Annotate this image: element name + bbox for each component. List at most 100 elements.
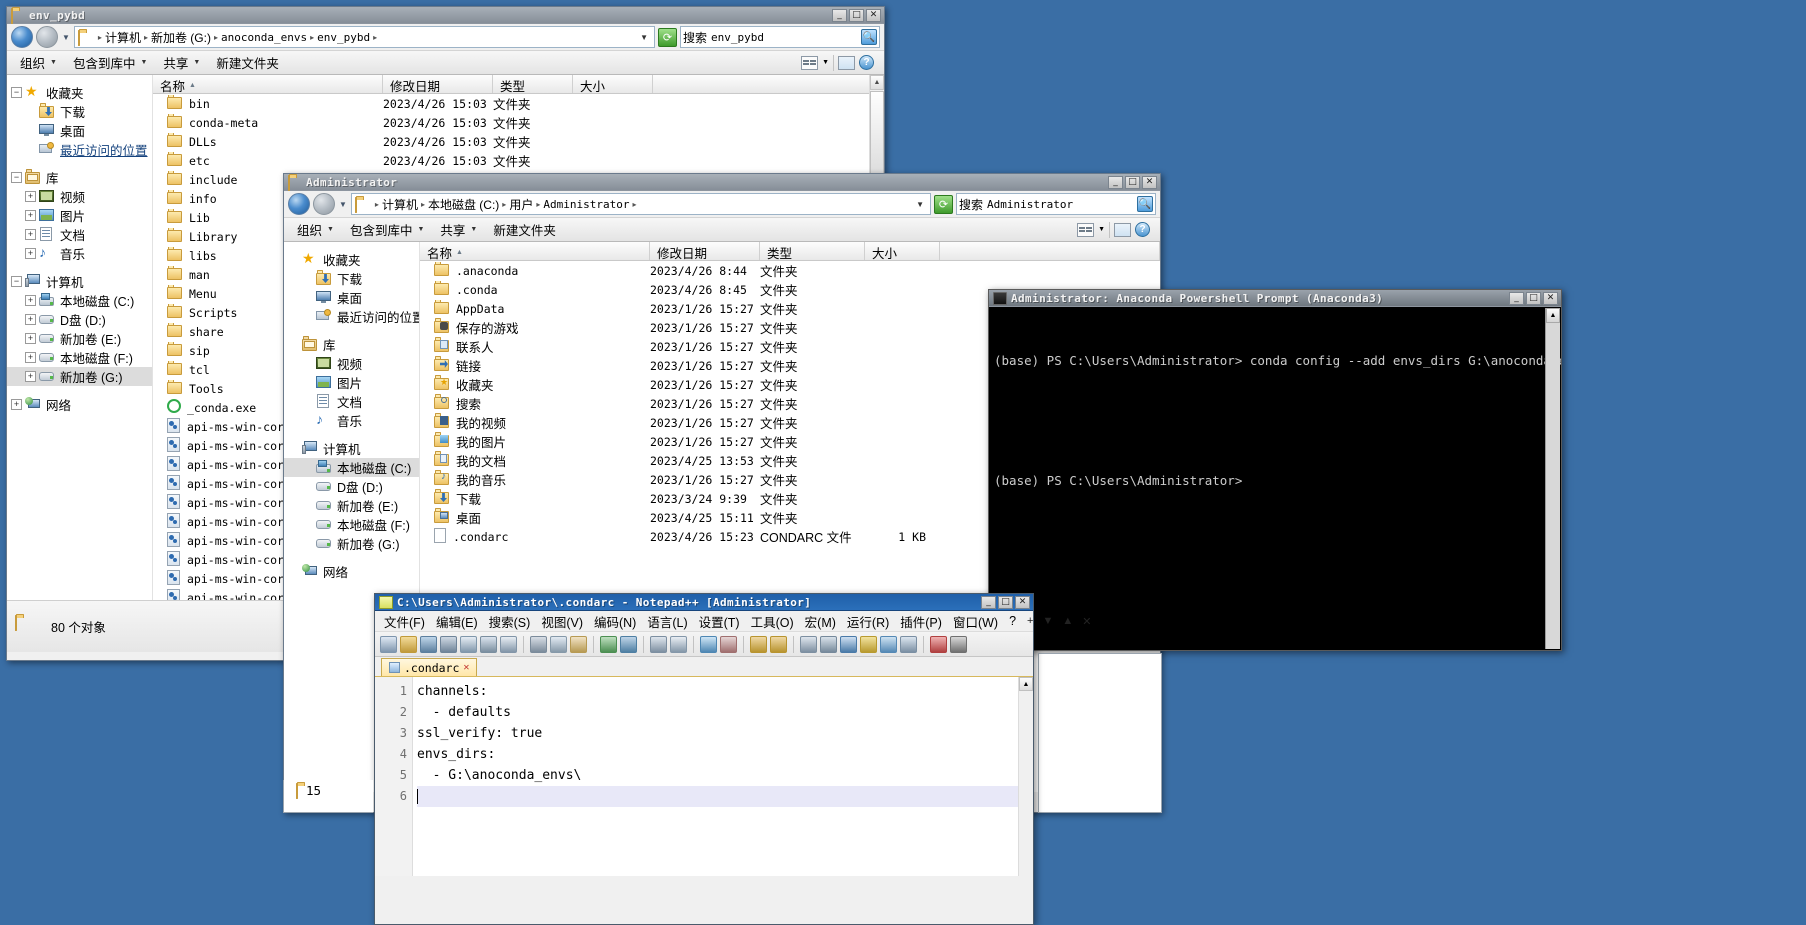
- code-line[interactable]: envs_dirs:: [417, 744, 1033, 765]
- menu-search[interactable]: 搜索(S): [484, 611, 536, 632]
- minimize-button[interactable]: _: [1509, 292, 1524, 305]
- sidebar-item-15[interactable]: 网络: [284, 562, 419, 581]
- chevron-down-icon[interactable]: ▼: [1038, 615, 1057, 627]
- command-bar[interactable]: 组织▼ 包含到库中▼ 共享▼ 新建文件夹 ▼ ?: [284, 217, 1160, 242]
- close-tab-icon[interactable]: ✕: [1078, 615, 1095, 628]
- menu-settings[interactable]: 设置(T): [694, 611, 745, 632]
- column-date[interactable]: 修改日期: [650, 242, 760, 260]
- sidebar-item-9[interactable]: 计算机: [284, 439, 419, 458]
- menu-edit[interactable]: 编辑(E): [431, 611, 483, 632]
- zoom-out-icon[interactable]: [720, 636, 737, 653]
- paste-icon[interactable]: [570, 636, 587, 653]
- tree-expander-icon[interactable]: +: [25, 314, 36, 325]
- address-bar[interactable]: ▼ ▸计算机 ▸本地磁盘 (C:) ▸用户 ▸Administrator ▸ ▼…: [284, 191, 1160, 217]
- sidebar-item-5[interactable]: 视频: [284, 354, 419, 373]
- sidebar-item-2[interactable]: 桌面: [284, 288, 419, 307]
- sidebar-item-5[interactable]: +视频: [7, 187, 152, 206]
- sidebar-item-10[interactable]: +本地磁盘 (C:): [7, 291, 152, 310]
- code-line[interactable]: channels:: [417, 681, 1033, 702]
- help-icon[interactable]: ?: [859, 55, 874, 70]
- sidebar-item-4[interactable]: −库: [7, 168, 152, 187]
- tab-condarc[interactable]: .condarc ✕: [381, 658, 477, 676]
- doc-map-icon[interactable]: [880, 636, 897, 653]
- table-row[interactable]: .anaconda2023/4/26 8:44文件夹: [420, 261, 1160, 280]
- preview-pane-icon[interactable]: [1114, 223, 1131, 237]
- close-button[interactable]: ✕: [1142, 176, 1157, 189]
- sidebar-item-3[interactable]: 最近访问的位置: [7, 140, 152, 159]
- sidebar-item-12[interactable]: +新加卷 (E:): [7, 329, 152, 348]
- editor-area[interactable]: 123456 channels: - defaultsssl_verify: t…: [375, 676, 1033, 876]
- minimize-button[interactable]: _: [832, 9, 847, 22]
- save-icon[interactable]: [420, 636, 437, 653]
- titlebar-env-pybd[interactable]: env_pybd _ □ ✕: [7, 7, 884, 24]
- tree-expander-icon[interactable]: +: [25, 248, 36, 259]
- close-button[interactable]: ✕: [866, 9, 881, 22]
- table-row[interactable]: etc2023/4/26 15:03文件夹: [153, 151, 884, 170]
- view-dropdown-icon[interactable]: ▼: [822, 59, 829, 66]
- recent-pages-dropdown-icon[interactable]: ▼: [338, 200, 348, 209]
- breadcrumb-segment[interactable]: 新加卷 (G:): [151, 29, 211, 46]
- include-in-library-button[interactable]: 包含到库中▼: [66, 51, 154, 74]
- share-button[interactable]: 共享▼: [433, 218, 484, 241]
- menu-macro[interactable]: 宏(M): [800, 611, 841, 632]
- menu-run[interactable]: 运行(R): [842, 611, 894, 632]
- sidebar-item-7[interactable]: +文档: [7, 225, 152, 244]
- maximize-button[interactable]: □: [998, 596, 1013, 609]
- column-type[interactable]: 类型: [760, 242, 865, 260]
- undo-icon[interactable]: [600, 636, 617, 653]
- sidebar-item-11[interactable]: D盘 (D:): [284, 477, 419, 496]
- sidebar-item-14[interactable]: +新加卷 (G:): [7, 367, 152, 386]
- navigation-pane[interactable]: −★收藏夹下载桌面最近访问的位置−库+视频+图片+文档+♪音乐−计算机+本地磁盘…: [7, 75, 153, 600]
- sidebar-item-14[interactable]: 新加卷 (G:): [284, 534, 419, 553]
- recent-pages-dropdown-icon[interactable]: ▼: [61, 33, 71, 42]
- refresh-icon[interactable]: ⟳: [934, 195, 953, 214]
- menu-tools[interactable]: 工具(O): [746, 611, 799, 632]
- new-folder-button[interactable]: 新建文件夹: [209, 51, 286, 74]
- include-in-library-button[interactable]: 包含到库中▼: [343, 218, 431, 241]
- sidebar-item-15[interactable]: +网络: [7, 395, 152, 414]
- menu-help[interactable]: ?: [1004, 613, 1021, 629]
- scroll-up-arrow-icon[interactable]: ▲: [870, 75, 884, 90]
- column-name[interactable]: 名称▲: [153, 75, 383, 93]
- column-size[interactable]: 大小: [865, 242, 940, 260]
- address-dropdown-icon[interactable]: ▼: [912, 200, 928, 209]
- cut-icon[interactable]: [530, 636, 547, 653]
- maximize-button[interactable]: □: [1526, 292, 1541, 305]
- column-name[interactable]: 名称▲: [420, 242, 650, 260]
- sidebar-item-6[interactable]: 图片: [284, 373, 419, 392]
- refresh-icon[interactable]: ⟳: [658, 28, 677, 47]
- menu-file[interactable]: 文件(F): [379, 611, 430, 632]
- copy-icon[interactable]: [550, 636, 567, 653]
- menu-view[interactable]: 视图(V): [536, 611, 588, 632]
- indent-guide-icon[interactable]: [840, 636, 857, 653]
- record-macro-icon[interactable]: [930, 636, 947, 653]
- share-button[interactable]: 共享▼: [156, 51, 207, 74]
- tab-bar[interactable]: .condarc ✕: [375, 657, 1033, 676]
- preview-pane-icon[interactable]: [838, 56, 855, 70]
- sync-scroll-v-icon[interactable]: [750, 636, 767, 653]
- breadcrumb-segment[interactable]: 本地磁盘 (C:): [428, 196, 499, 213]
- column-type[interactable]: 类型: [493, 75, 573, 93]
- toolbar[interactable]: [375, 631, 1033, 657]
- titlebar-notepadpp[interactable]: C:\Users\Administrator\.condarc - Notepa…: [375, 594, 1033, 611]
- breadcrumb-segment[interactable]: env_pybd: [317, 31, 370, 44]
- breadcrumb-bar[interactable]: ▸计算机 ▸本地磁盘 (C:) ▸用户 ▸Administrator ▸ ▼: [351, 193, 931, 215]
- minimize-button[interactable]: _: [981, 596, 996, 609]
- scroll-up-arrow-icon[interactable]: ▲: [1546, 308, 1560, 323]
- new-file-icon[interactable]: [380, 636, 397, 653]
- code-line[interactable]: [417, 786, 1033, 807]
- open-file-icon[interactable]: [400, 636, 417, 653]
- replace-icon[interactable]: [670, 636, 687, 653]
- forward-arrow-icon[interactable]: [36, 26, 58, 48]
- sidebar-item-0[interactable]: ★收藏夹: [284, 250, 419, 269]
- close-file-icon[interactable]: [460, 636, 477, 653]
- back-arrow-icon[interactable]: [11, 26, 33, 48]
- tree-expander-icon[interactable]: +: [11, 399, 22, 410]
- command-bar[interactable]: 组织▼ 包含到库中▼ 共享▼ 新建文件夹 ▼ ?: [7, 50, 884, 75]
- tree-expander-icon[interactable]: +: [25, 229, 36, 240]
- code-content[interactable]: channels: - defaultsssl_verify: trueenvs…: [413, 677, 1033, 876]
- sidebar-item-13[interactable]: +本地磁盘 (F:): [7, 348, 152, 367]
- column-blank[interactable]: [940, 242, 1160, 260]
- doc-list-icon[interactable]: [900, 636, 917, 653]
- search-icon[interactable]: 🔍: [1137, 196, 1153, 212]
